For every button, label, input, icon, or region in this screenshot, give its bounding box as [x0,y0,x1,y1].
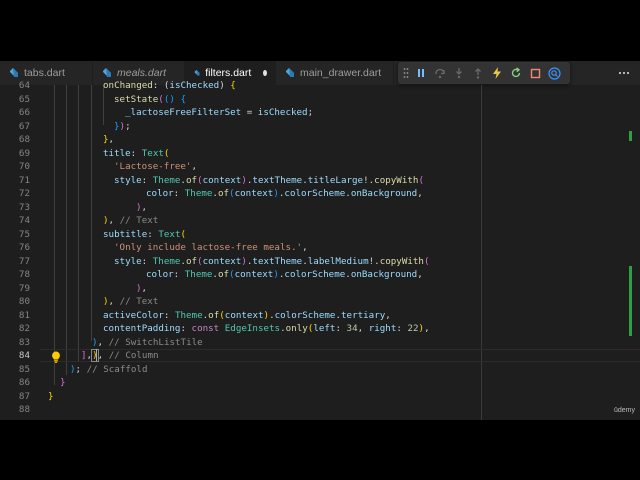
code-line: 77 style: Theme.of(context).textTheme.lab… [0,255,640,269]
code-text: style: Theme.of(context).textTheme.label… [114,255,430,267]
code-text: 'Lactose-free', [114,161,197,172]
code-line: 79), [0,282,640,296]
line-number: 74 [18,215,30,226]
line-number: 67 [18,120,30,132]
line-number: 75 [18,228,30,240]
code-line: 67}); [0,120,640,134]
code-text: ), // SwitchListTile [92,336,203,348]
code-text: }, [103,134,115,145]
code-text: ), [136,201,148,213]
code-text: } [48,390,54,402]
code-text: ), // Text [103,215,159,226]
code-line: 69 title: Text( [0,147,640,161]
code-text: } [60,377,66,388]
line-number: 76 [18,242,30,253]
tab-label: filters.dart [205,67,252,79]
change-marker [629,131,632,141]
code-text: ],), // Column [81,349,159,362]
line-number: 88 [18,404,30,415]
line-number: 72 [18,188,30,199]
code-line: 68}, [0,133,640,147]
code-text: ); // Scaffold [70,363,148,375]
line-number: 66 [18,107,30,118]
code-line: 81 activeColor: Theme.of(context).colorSc… [0,309,640,323]
line-number: 87 [18,390,30,402]
code-text: color: Theme.of(context).colorScheme.onB… [146,188,423,199]
dart-file-icon [103,68,111,77]
code-line: 64 onChanged: (isChecked) { [0,79,640,93]
code-line: 88 [0,403,640,417]
code-text: activeColor: Theme.of(context).colorSche… [103,309,391,321]
code-line: 75 subtitle: Text( [0,228,640,242]
code-line: 80 ), // Text [0,295,640,309]
tab-label: meals.dart [117,67,167,79]
code-line: 65 setState(() { [0,93,640,107]
line-number: 64 [18,80,30,91]
line-number: 84 [18,350,30,361]
line-number: 69 [18,147,30,159]
udemy-watermark: ūdemy [614,407,636,414]
line-number: 81 [18,309,30,321]
code-line: 72 color: Theme.of(context).colorScheme.o… [0,187,640,201]
line-number: 70 [18,161,30,172]
code-text: ), // Text [103,296,159,307]
text-cursor [96,349,97,361]
code-line: 78 color: Theme.of(context).colorScheme.o… [0,268,640,282]
change-marker [629,266,632,336]
line-number: 83 [18,336,30,348]
code-text: }); [114,120,131,132]
line-number: 77 [18,255,30,267]
code-line: 73), [0,201,640,215]
line-number: 80 [18,296,30,307]
code-line: 71 style: Theme.of(context).textTheme.tit… [0,174,640,188]
code-line: 85 ); // Scaffold [0,363,640,377]
dart-file-icon [10,68,18,77]
code-lines[interactable]: 64 onChanged: (isChecked) { 65 setState(()… [0,80,640,420]
code-line: 66 _lactoseFreeFilterSet = isChecked; [0,106,640,120]
dart-file-icon [194,69,200,76]
line-number: 79 [18,282,30,294]
code-text: style: Theme.of(context).textTheme.title… [114,174,424,186]
line-number: 68 [18,134,30,145]
code-text: color: Theme.of(context).colorScheme.onB… [146,269,423,280]
line-number: 78 [18,269,30,280]
code-line: 83 ), // SwitchListTile [0,336,640,350]
code-text: _lactoseFreeFilterSet = isChecked; [125,107,314,118]
line-number: 82 [18,323,30,334]
dart-file-icon [286,68,294,77]
more-actions-icon[interactable] [614,66,634,80]
code-line: 74 ), // Text [0,214,640,228]
code-text: title: Text( [103,147,170,159]
code-text: onChanged: (isChecked) { [103,80,236,91]
code-text: 'Only include lactose-free meals.', [114,242,308,253]
line-number: 65 [18,93,30,105]
line-number: 73 [18,201,30,213]
code-editor: tabs.dart meals.dart filters.dart main_d… [0,61,640,420]
lightbulb-icon[interactable] [51,348,61,363]
code-text: setState(() { [114,93,186,105]
code-line: 86} [0,376,640,390]
tab-label: tabs.dart [24,67,65,79]
code-line: 76 'Only include lactose-free meals.', [0,241,640,255]
code-text: ), [136,282,148,294]
code-text: contentPadding: const EdgeInsets.only(le… [103,323,430,334]
tab-label: main_drawer.dart [300,67,382,79]
line-number: 71 [18,174,30,186]
code-line: 82 contentPadding: const EdgeInsets.only(… [0,322,640,336]
code-text: subtitle: Text( [103,228,187,240]
line-number: 85 [18,363,30,375]
line-number: 86 [18,377,30,388]
code-line: 87} [0,390,640,404]
unsaved-dot-icon[interactable] [263,70,267,76]
code-line: 70 'Lactose-free', [0,160,640,174]
